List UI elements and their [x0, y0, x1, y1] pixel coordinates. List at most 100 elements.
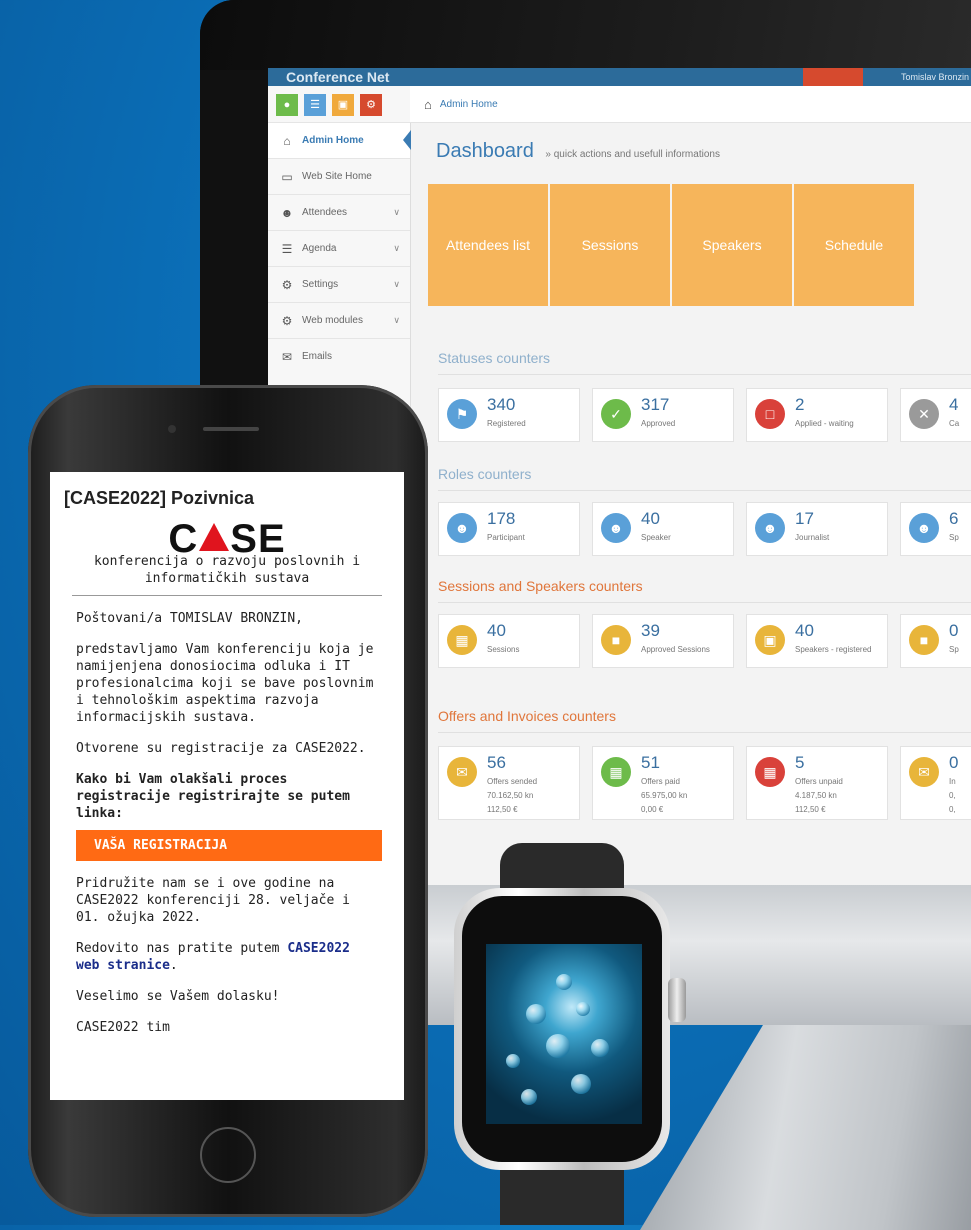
home-icon[interactable]: ⌂ — [424, 97, 432, 112]
counter-label: Participant — [487, 533, 525, 542]
counter-card[interactable]: ✉ 0 In 0, 0, — [900, 746, 971, 820]
sidebar-item-label: Attendees — [302, 207, 348, 218]
counter-label: Offers paid — [641, 777, 680, 786]
front-camera — [168, 425, 176, 433]
sessions-cards: ▦ 40 Sessions ■ 39 Approved Sessions ▣ 4… — [438, 614, 971, 668]
counter-number: 40 — [487, 621, 506, 640]
counter-number: 40 — [641, 509, 660, 528]
sidebar-item-agenda[interactable]: ☰ Agenda ∨ — [268, 230, 410, 266]
counter-card[interactable]: ☻ 40 Speaker — [592, 502, 734, 556]
earpiece — [203, 427, 259, 431]
close-icon: ✕ — [909, 399, 939, 429]
tile-attendees-list[interactable]: Attendees list — [428, 184, 548, 306]
counter-card[interactable]: □ 2 Applied - waiting — [746, 388, 888, 442]
counter-number: 6 — [949, 509, 959, 528]
counter-number: 56 — [487, 753, 506, 772]
amount-eur: 112,50 € — [487, 805, 518, 814]
sidebar-item-web-modules[interactable]: ⚙ Web modules ∨ — [268, 302, 410, 338]
amount-kn: 65.975,00 kn — [641, 791, 688, 800]
counter-label: Offers sended — [487, 777, 538, 786]
sidebar-item-admin-home[interactable]: ⌂ Admin Home — [268, 122, 411, 158]
briefcase-icon[interactable]: ▣ — [332, 94, 354, 116]
book-icon: ▦ — [447, 625, 477, 655]
sidebar-item-label: Admin Home — [302, 135, 364, 146]
counter-number: 2 — [795, 395, 805, 414]
group-icon: ☻ — [909, 513, 939, 543]
counter-card[interactable]: ✕ 4 Ca — [900, 388, 971, 442]
divider — [438, 374, 971, 375]
sidebar-item-emails[interactable]: ✉ Emails — [268, 338, 410, 374]
watch-screen-wallpaper — [486, 944, 642, 1124]
users-icon: ☻ — [280, 205, 294, 220]
dashboard-title: Dashboard — [436, 140, 534, 162]
registration-button[interactable]: VAŠA REGISTRACIJA — [76, 830, 382, 861]
water-drop — [571, 1074, 591, 1094]
email-greeting: Poštovani/a TOMISLAV BRONZIN, — [76, 611, 303, 626]
counter-label: In — [949, 777, 956, 786]
water-drop — [526, 1004, 546, 1024]
sidebar-item-attendees[interactable]: ☻ Attendees ∨ — [268, 194, 410, 230]
counter-card[interactable]: ✉ 56 Offers sended 70.162,50 kn 112,50 € — [438, 746, 580, 820]
counter-number: 317 — [641, 395, 670, 414]
counter-card[interactable]: ▦ 5 Offers unpaid 4.187,50 kn 112,50 € — [746, 746, 888, 820]
email-follow: Redovito nas pratite putem CASE2022 web … — [76, 940, 378, 974]
divider — [438, 732, 971, 733]
counter-card[interactable]: ■ 39 Approved Sessions — [592, 614, 734, 668]
book-icon: ▦ — [601, 757, 631, 787]
counter-label: Speakers - registered — [795, 645, 872, 654]
triangle-icon — [199, 523, 230, 551]
counter-card[interactable]: ▦ 40 Sessions — [438, 614, 580, 668]
counter-card[interactable]: ✓ 317 Approved — [592, 388, 734, 442]
list-icon[interactable]: ☰ — [304, 94, 326, 116]
counter-number: 0 — [949, 621, 959, 640]
counter-card[interactable]: ☻ 17 Journalist — [746, 502, 888, 556]
roles-cards: ☻ 178 Participant ☻ 40 Speaker ☻ 17 Jour… — [438, 502, 971, 556]
quick-actions: Attendees list Sessions Speakers Schedul… — [428, 184, 914, 306]
email-tagline: konferencija o razvoju poslovnih i infor… — [72, 551, 382, 596]
breadcrumb-link-admin-home[interactable]: Admin Home — [440, 99, 498, 110]
sidebar-item-label: Emails — [302, 351, 333, 362]
gears-icon: ⚙ — [281, 277, 293, 292]
roles-title: Roles counters — [438, 466, 532, 482]
divider — [438, 490, 971, 491]
counter-card[interactable]: ▣ 40 Speakers - registered — [746, 614, 888, 668]
counter-number: 5 — [795, 753, 805, 772]
sidebar-item-label: Settings — [302, 279, 339, 290]
user-menu[interactable]: Tomislav Bronzin — [873, 68, 969, 86]
sidebar-item-web-site-home[interactable]: ▭ Web Site Home — [268, 158, 410, 194]
tile-speakers[interactable]: Speakers — [672, 184, 792, 306]
counter-card[interactable]: ☻ 6 Sp — [900, 502, 971, 556]
home-button[interactable] — [200, 1127, 256, 1183]
counter-card[interactable]: ☻ 178 Participant — [438, 502, 580, 556]
email-view: [CASE2022] Pozivnica C SE konferencija o … — [50, 472, 404, 1100]
water-drop — [576, 1002, 590, 1016]
app-title: Conference Net — [286, 69, 390, 85]
counter-number: 340 — [487, 395, 516, 414]
counter-number: 51 — [641, 753, 660, 772]
email-signature: CASE2022 tim — [76, 1020, 170, 1035]
counter-label: Registered — [487, 419, 526, 428]
tile-sessions[interactable]: Sessions — [550, 184, 670, 306]
notification-button[interactable] — [803, 68, 863, 86]
chevron-down-icon: ∨ — [393, 315, 400, 325]
counter-label: Sp — [949, 645, 959, 654]
sidebar-shortcuts: ● ☰ ▣ ⚙ — [268, 86, 410, 122]
counter-card[interactable]: ▦ 51 Offers paid 65.975,00 kn 0,00 € — [592, 746, 734, 820]
counter-label: Ca — [949, 419, 960, 428]
counter-card[interactable]: ■ 0 Sp — [900, 614, 971, 668]
chevron-down-icon: ∨ — [393, 243, 400, 253]
counter-label: Sp — [949, 533, 959, 542]
group-icon: ☻ — [601, 513, 631, 543]
water-drop — [591, 1039, 609, 1057]
counter-number: 0 — [949, 753, 959, 772]
sidebar-item-settings[interactable]: ⚙ Settings ∨ — [268, 266, 410, 302]
gears-icon[interactable]: ⚙ — [360, 94, 382, 116]
counter-card[interactable]: ⚑ 340 Registered — [438, 388, 580, 442]
water-drop — [506, 1054, 520, 1068]
tile-schedule[interactable]: Schedule — [794, 184, 914, 306]
counter-label: Applied - waiting — [795, 419, 854, 428]
email-open: Otvorene su registracije za CASE2022. — [76, 741, 366, 756]
users-icon[interactable]: ● — [276, 94, 298, 116]
group-icon: ☻ — [755, 513, 785, 543]
sidebar-item-label: Agenda — [302, 243, 337, 254]
